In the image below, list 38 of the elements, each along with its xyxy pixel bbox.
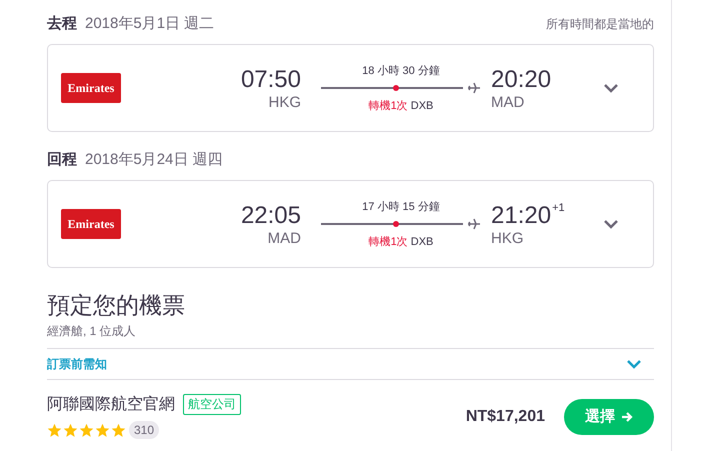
arrival-airport: HKG: [491, 230, 524, 246]
chevron-down-icon[interactable]: [626, 359, 642, 369]
flight-card[interactable]: Emirates 07:50 HKG 18 小時 30 分鐘 轉機1次 DXB 20:20 MAD: [47, 44, 654, 132]
airline-logo: Emirates: [61, 209, 121, 239]
flight-duration: 18 小時 30 分鐘: [362, 64, 440, 78]
review-count: 310: [129, 421, 160, 439]
leg-direction: 去程: [47, 14, 77, 33]
day-offset: +1: [552, 202, 565, 214]
plane-icon: [467, 82, 481, 94]
departure-time: 07:50: [240, 66, 301, 94]
stops-info: 轉機1次 DXB: [368, 99, 434, 113]
price: NT$17,201: [466, 408, 545, 426]
vendor-name: 阿聯國際航空官網: [47, 394, 175, 415]
star-icon: [47, 422, 62, 438]
airline-logo: Emirates: [61, 73, 121, 103]
chevron-down-icon[interactable]: [603, 83, 619, 93]
star-icon: [63, 422, 78, 438]
leg-direction: 回程: [47, 150, 77, 169]
local-time-note: 所有時間都是當地的: [546, 16, 654, 33]
booking-subtitle: 經濟艙, 1 位成人: [47, 323, 137, 340]
vendor-tag: 航空公司: [183, 394, 241, 415]
stops-info: 轉機1次 DXB: [368, 235, 434, 249]
departure-airport: MAD: [268, 230, 301, 246]
arrival-time: 20:20: [491, 66, 552, 94]
chevron-down-icon[interactable]: [603, 219, 619, 229]
arrow-right-icon: [621, 410, 633, 422]
departure-airport: HKG: [268, 94, 301, 110]
departure-time: 22:05: [240, 202, 301, 230]
plane-icon: [467, 218, 481, 230]
arrival-time: 21:20: [491, 202, 552, 230]
flight-duration: 17 小時 15 分鐘: [362, 200, 440, 214]
star-icon: [79, 422, 94, 438]
leg-date: 2018年5月1日 週二: [85, 14, 214, 33]
leg-date: 2018年5月24日 週四: [85, 150, 223, 169]
star-icon: [111, 422, 126, 438]
arrival-airport: MAD: [491, 94, 524, 110]
booking-title: 預定您的機票: [47, 291, 186, 320]
star-icon: [95, 422, 110, 438]
